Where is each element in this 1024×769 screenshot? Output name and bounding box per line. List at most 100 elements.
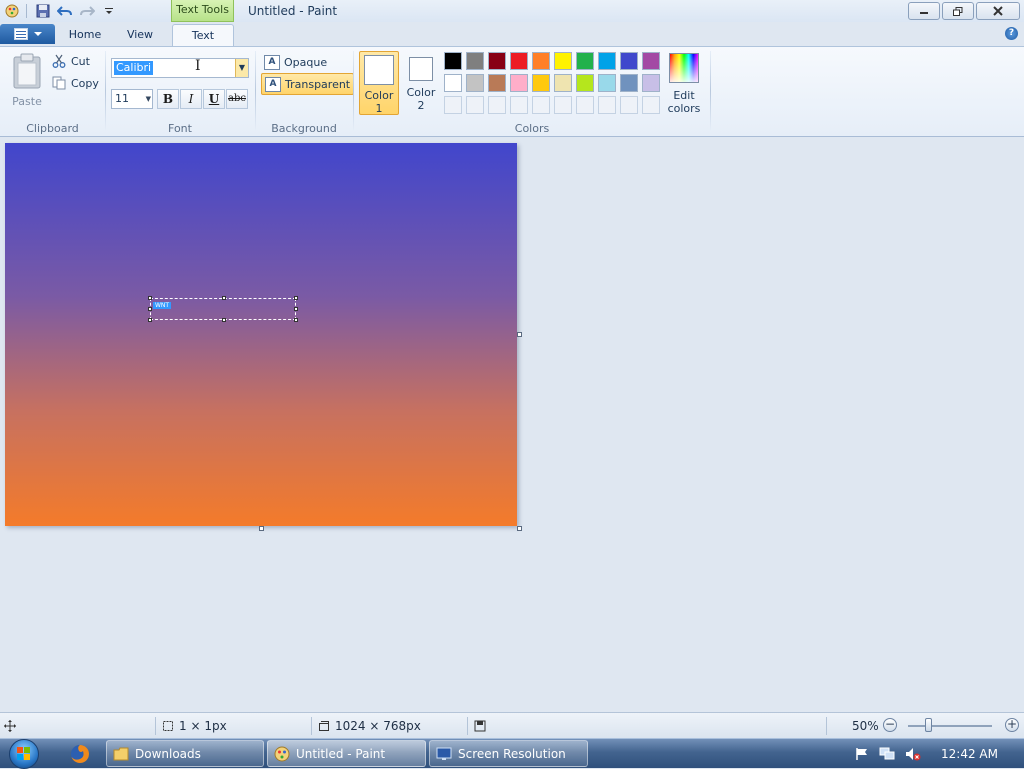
textbox-handle[interactable] — [222, 296, 226, 300]
customize-qat-icon[interactable] — [99, 1, 119, 21]
palette-custom-slot[interactable] — [532, 96, 550, 114]
taskbar-item-paint[interactable]: Untitled - Paint — [267, 740, 426, 767]
save-icon[interactable] — [33, 1, 53, 21]
color1-button[interactable]: Color 1 — [359, 51, 399, 115]
palette-color-swatch[interactable] — [488, 74, 506, 92]
taskbar-item-screen-resolution[interactable]: Screen Resolution — [429, 740, 588, 767]
zoom-slider-thumb[interactable] — [925, 718, 932, 732]
palette-color-swatch[interactable] — [598, 74, 616, 92]
textbox-handle[interactable] — [148, 307, 152, 311]
textbox-handle[interactable] — [294, 318, 298, 322]
palette-color-swatch[interactable] — [642, 52, 660, 70]
canvas-resize-handle-right[interactable] — [517, 332, 522, 337]
color2-button[interactable]: Color 2 — [401, 51, 441, 115]
palette-color-swatch[interactable] — [444, 74, 462, 92]
group-separator — [105, 51, 106, 131]
textbox-handle[interactable] — [148, 296, 152, 300]
underline-button[interactable]: U — [203, 89, 225, 109]
title-bar: Text Tools Untitled - Paint — [0, 0, 1024, 22]
zoom-in-button[interactable]: + — [1005, 718, 1019, 732]
palette-custom-slot[interactable] — [576, 96, 594, 114]
folder-icon — [113, 747, 129, 760]
palette-custom-slot[interactable] — [444, 96, 462, 114]
clock[interactable]: 12:42 AM — [941, 747, 998, 761]
firefox-icon[interactable] — [68, 742, 92, 766]
paste-button[interactable]: Paste — [10, 53, 44, 108]
palette-color-swatch[interactable] — [620, 74, 638, 92]
redo-icon[interactable] — [77, 1, 97, 21]
undo-icon[interactable] — [55, 1, 75, 21]
text-box[interactable]: WNT — [148, 296, 298, 322]
palette-color-swatch[interactable] — [466, 74, 484, 92]
ibeam-cursor-icon: I — [195, 58, 201, 74]
scissors-icon — [52, 54, 66, 68]
palette-color-swatch[interactable] — [576, 52, 594, 70]
move-cursor-icon — [4, 720, 16, 732]
zoom-out-button[interactable]: − — [883, 718, 897, 732]
palette-color-swatch[interactable] — [554, 74, 572, 92]
opaque-button[interactable]: A Opaque — [262, 52, 329, 72]
close-button[interactable] — [976, 2, 1020, 20]
palette-custom-slot[interactable] — [554, 96, 572, 114]
zoom-level: 50% — [852, 713, 879, 739]
drawing-canvas[interactable]: WNT — [5, 143, 517, 526]
palette-color-swatch[interactable] — [576, 74, 594, 92]
palette-color-swatch[interactable] — [598, 52, 616, 70]
palette-color-swatch[interactable] — [532, 52, 550, 70]
italic-button[interactable]: I — [180, 89, 202, 109]
help-icon[interactable]: ? — [1005, 27, 1018, 40]
copy-button[interactable]: Copy — [52, 74, 99, 92]
zoom-slider-track[interactable] — [908, 725, 992, 727]
window-controls — [908, 2, 1020, 20]
start-button[interactable] — [4, 739, 44, 769]
flag-icon[interactable] — [855, 747, 869, 761]
taskbar: Downloads Untitled - Paint Screen Resolu… — [0, 738, 1024, 769]
network-icon[interactable] — [879, 747, 895, 761]
transparent-button[interactable]: A Transparent — [261, 73, 355, 95]
palette-custom-slot[interactable] — [466, 96, 484, 114]
palette-custom-slot[interactable] — [620, 96, 638, 114]
palette-custom-slot[interactable] — [488, 96, 506, 114]
font-size-dropdown[interactable]: 11 ▼ — [111, 89, 153, 109]
chevron-down-icon[interactable]: ▼ — [235, 59, 248, 77]
palette-color-swatch[interactable] — [554, 52, 572, 70]
selected-text[interactable]: WNT — [153, 302, 172, 309]
palette-custom-slot[interactable] — [598, 96, 616, 114]
volume-muted-icon[interactable] — [905, 747, 921, 761]
minimize-button[interactable] — [908, 2, 940, 20]
ribbon-panel: Paste Cut Copy Clipboard Calibri ▼ I 11 … — [0, 46, 1024, 137]
palette-custom-slot[interactable] — [510, 96, 528, 114]
palette-color-swatch[interactable] — [642, 74, 660, 92]
textbox-handle[interactable] — [222, 318, 226, 322]
restore-button[interactable] — [942, 2, 974, 20]
bold-button[interactable]: B — [157, 89, 179, 109]
edit-colors-button[interactable]: Edit colors — [664, 53, 704, 115]
paint-menu-button[interactable] — [0, 24, 55, 44]
canvas-resize-handle-bottom[interactable] — [259, 526, 264, 531]
palette-color-swatch[interactable] — [510, 52, 528, 70]
palette-color-swatch[interactable] — [488, 52, 506, 70]
textbox-handle[interactable] — [294, 296, 298, 300]
palette-custom-slot[interactable] — [642, 96, 660, 114]
textbox-handle[interactable] — [294, 307, 298, 311]
canvas-resize-handle-corner[interactable] — [517, 526, 522, 531]
textbox-handle[interactable] — [148, 318, 152, 322]
palette-color-swatch[interactable] — [510, 74, 528, 92]
strikethrough-button[interactable]: abc — [226, 89, 248, 109]
disk-icon — [474, 720, 486, 732]
color1-number: 1 — [375, 102, 383, 115]
tab-home[interactable]: Home — [61, 24, 109, 46]
status-separator — [826, 717, 827, 735]
palette-color-swatch[interactable] — [620, 52, 638, 70]
tab-text[interactable]: Text — [172, 24, 234, 47]
tab-view[interactable]: View — [116, 24, 164, 46]
font-family-dropdown[interactable]: Calibri ▼ — [111, 58, 249, 78]
taskbar-item-label: Untitled - Paint — [296, 746, 386, 761]
palette-color-swatch[interactable] — [444, 52, 462, 70]
palette-color-swatch[interactable] — [532, 74, 550, 92]
taskbar-item-downloads[interactable]: Downloads — [106, 740, 264, 767]
palette-color-swatch[interactable] — [466, 52, 484, 70]
paint-app-icon[interactable] — [2, 1, 22, 21]
cut-button[interactable]: Cut — [52, 52, 90, 70]
chevron-down-icon[interactable]: ▼ — [146, 90, 151, 108]
